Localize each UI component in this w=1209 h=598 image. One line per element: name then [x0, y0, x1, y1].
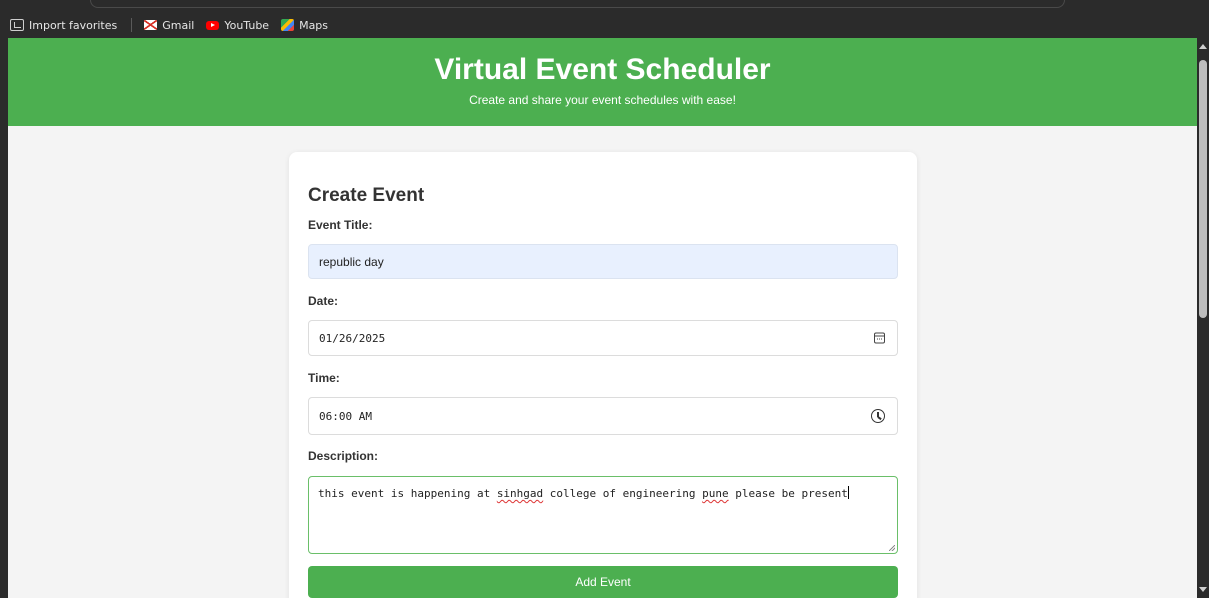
- time-input[interactable]: 06:00 AM: [308, 397, 898, 435]
- add-event-button[interactable]: Add Event: [308, 566, 898, 598]
- page-subtitle: Create and share your event schedules wi…: [469, 93, 736, 107]
- bookmark-label: Gmail: [162, 18, 195, 32]
- maps-icon: [281, 19, 295, 31]
- date-label: Date:: [308, 294, 339, 308]
- text-caret: [847, 486, 849, 499]
- scrollbar-thumb[interactable]: [1199, 60, 1207, 318]
- date-value: 01/26/2025: [319, 331, 386, 345]
- page-title: Virtual Event Scheduler: [434, 53, 771, 86]
- bookmarks-bar: Import favorites Gmail YouTube Maps: [10, 16, 340, 34]
- date-input[interactable]: 01/26/2025: [308, 320, 898, 356]
- gmail-icon: [144, 20, 158, 30]
- calendar-icon[interactable]: [874, 332, 885, 344]
- event-title-value: republic day: [319, 254, 384, 269]
- bookmark-maps[interactable]: Maps: [281, 19, 328, 32]
- clock-icon[interactable]: [871, 409, 885, 423]
- time-label: Time:: [308, 371, 340, 385]
- event-title-label: Event Title:: [308, 218, 373, 232]
- address-bar[interactable]: [90, 0, 1065, 8]
- description-text: this event is happening at sinhgad colle…: [318, 487, 848, 500]
- bookmark-label: YouTube: [224, 18, 270, 32]
- bookmark-import-favorites[interactable]: Import favorites: [10, 19, 117, 32]
- bookmark-label: Import favorites: [29, 18, 118, 32]
- bookmark-gmail[interactable]: Gmail: [144, 19, 194, 32]
- scroll-up-icon[interactable]: [1199, 44, 1207, 49]
- bookmark-youtube[interactable]: YouTube: [206, 19, 269, 32]
- spellcheck-word: sinhgad: [496, 487, 544, 500]
- create-event-card: Create Event Event Title: republic day D…: [289, 152, 917, 598]
- form-heading: Create Event: [308, 185, 425, 206]
- page-viewport: Virtual Event Scheduler Create and share…: [8, 38, 1197, 598]
- bookmarks-divider: [131, 18, 133, 32]
- spellcheck-word: pune: [702, 487, 729, 500]
- resize-handle[interactable]: [889, 545, 895, 551]
- bookmark-label: Maps: [299, 18, 329, 32]
- time-value: 06:00 AM: [319, 409, 372, 423]
- description-textarea[interactable]: this event is happening at sinhgad colle…: [308, 476, 898, 554]
- youtube-icon: [206, 20, 220, 30]
- description-label: Description:: [308, 449, 379, 463]
- scroll-down-icon[interactable]: [1199, 587, 1207, 592]
- vertical-scrollbar[interactable]: [1197, 38, 1209, 598]
- app-header: Virtual Event Scheduler Create and share…: [8, 38, 1197, 126]
- event-title-input[interactable]: republic day: [308, 244, 898, 279]
- browser-chrome: Import favorites Gmail YouTube Maps: [0, 0, 1209, 38]
- import-icon: [10, 19, 24, 31]
